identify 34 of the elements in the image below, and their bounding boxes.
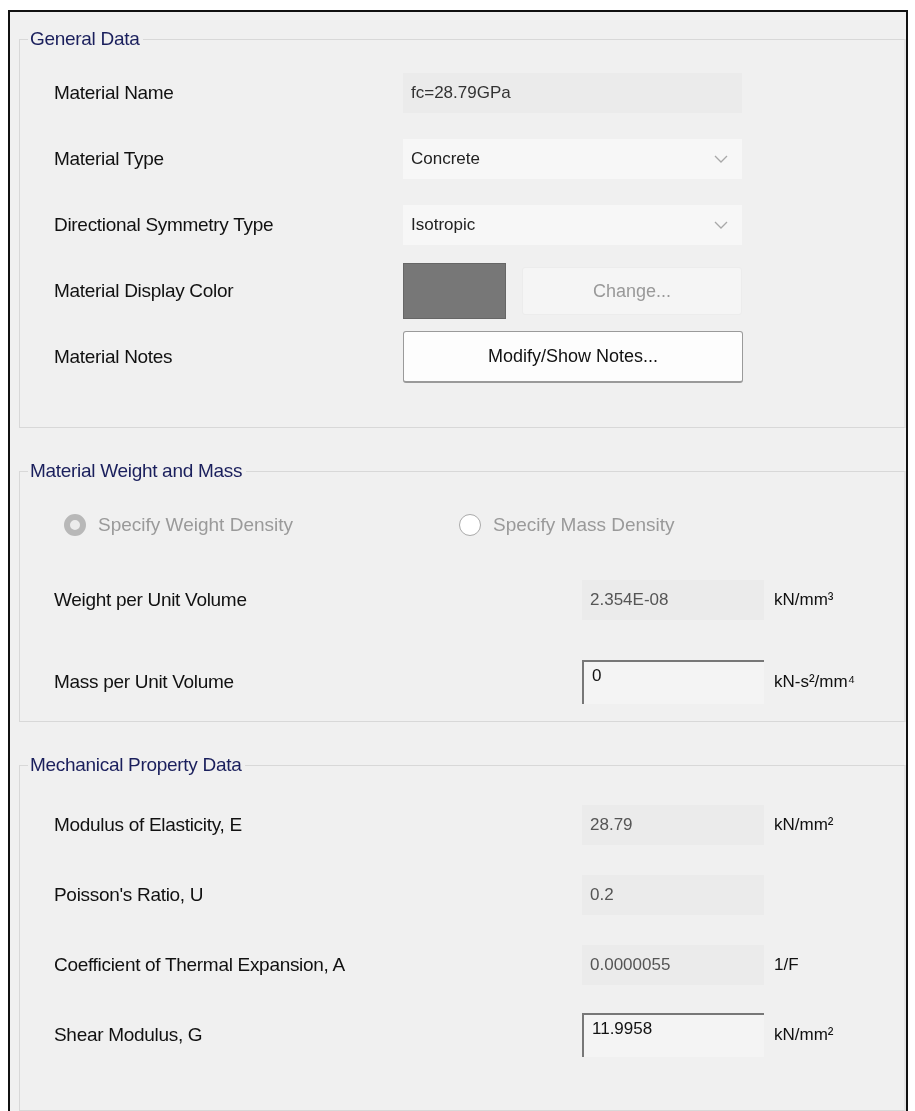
number-field[interactable]: 0 bbox=[582, 660, 764, 704]
unit-label: 1/F bbox=[774, 955, 799, 975]
group-title: Mechanical Property Data bbox=[29, 754, 243, 776]
notes-button[interactable]: Modify/Show Notes... bbox=[403, 331, 743, 383]
field-label: Directional Symmetry Type bbox=[54, 214, 275, 236]
field-label: Material Type bbox=[54, 148, 165, 170]
text-field[interactable]: fc=28.79GPa bbox=[403, 73, 742, 113]
number-field[interactable]: 0.0000055 bbox=[582, 945, 764, 985]
dropdown[interactable]: Isotropic bbox=[403, 205, 742, 245]
field-label: Coefficient of Thermal Expansion, A bbox=[54, 954, 346, 976]
unit-label: kN/mm² bbox=[774, 815, 834, 835]
number-field[interactable]: 0.2 bbox=[582, 875, 764, 915]
number-field[interactable]: 2.354E-08 bbox=[582, 580, 764, 620]
field-label: Poisson's Ratio, U bbox=[54, 884, 205, 906]
dropdown-value: Concrete bbox=[411, 149, 480, 169]
dropdown-value: Isotropic bbox=[411, 215, 476, 235]
dropdown[interactable]: Concrete bbox=[403, 139, 742, 179]
field-label: Mass per Unit Volume bbox=[54, 671, 235, 693]
field-label: Material Display Color bbox=[54, 280, 235, 302]
chevron-down-icon bbox=[714, 154, 728, 164]
field-label: Material Name bbox=[54, 82, 175, 104]
color-swatch[interactable] bbox=[403, 263, 506, 319]
unit-label: kN-s²/mm⁴ bbox=[774, 672, 855, 692]
group-title: General Data bbox=[29, 28, 141, 50]
field-label: Material Notes bbox=[54, 346, 174, 368]
unit-label: kN/mm² bbox=[774, 1025, 834, 1045]
chevron-down-icon bbox=[714, 220, 728, 230]
number-field[interactable]: 28.79 bbox=[582, 805, 764, 845]
field-label: Modulus of Elasticity, E bbox=[54, 814, 243, 836]
group-title: Material Weight and Mass bbox=[29, 460, 244, 482]
field-label: Weight per Unit Volume bbox=[54, 589, 248, 611]
number-field[interactable]: 11.9958 bbox=[582, 1013, 764, 1057]
field-label: Shear Modulus, G bbox=[54, 1024, 204, 1046]
unit-label: kN/mm³ bbox=[774, 590, 834, 610]
